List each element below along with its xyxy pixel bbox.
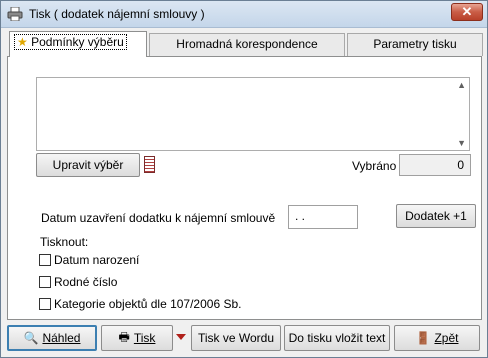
magnifier-icon: 🔍 xyxy=(23,331,39,345)
tab-podminky-vyberu[interactable]: ★ Podmínky výběru xyxy=(9,31,147,57)
print-button[interactable]: 🖶 Tisk xyxy=(101,325,173,351)
print-dropdown-arrow-icon[interactable] xyxy=(176,334,186,340)
printer-icon xyxy=(7,6,23,22)
tab-hromadna-korespondence[interactable]: Hromadná korespondence xyxy=(149,33,345,56)
back-door-icon: 🚪 xyxy=(415,331,431,345)
checkbox-box[interactable] xyxy=(39,254,51,266)
checkbox-box[interactable] xyxy=(39,276,51,288)
filter-memo[interactable]: ▲ ▼ xyxy=(36,77,470,151)
checkbox-box[interactable] xyxy=(39,298,51,310)
print-word-label: Tisk ve Wordu xyxy=(197,331,275,345)
print-word-button[interactable]: Tisk ve Wordu xyxy=(191,325,281,351)
selected-label: Vybráno xyxy=(352,159,397,173)
close-button[interactable]: ✕ xyxy=(451,3,483,21)
selected-count: 0 xyxy=(399,154,471,176)
printer-icon: 🖶 xyxy=(118,329,130,344)
title-bar[interactable]: Tisk ( dodatek nájemní smlouvy ) ✕ xyxy=(1,1,487,28)
checkbox-birth-number[interactable]: Rodné číslo xyxy=(39,275,117,289)
window-title: Tisk ( dodatek nájemní smlouvy ) xyxy=(29,7,205,21)
addendum-plus-button[interactable]: Dodatek +1 xyxy=(396,204,476,228)
checkbox-birth-date[interactable]: Datum narození xyxy=(39,253,139,267)
tab-panel-podminky: ▲ ▼ Upravit výběr Vybráno 0 Datum uzavře… xyxy=(7,56,482,320)
close-icon: ✕ xyxy=(461,4,473,19)
tab-label: Parametry tisku xyxy=(373,37,457,51)
print-dialog-window: Tisk ( dodatek nájemní smlouvy ) ✕ ★ Pod… xyxy=(0,0,488,358)
tab-label: Hromadná korespondence xyxy=(176,37,318,51)
bottom-button-bar: 🔍 Náhled 🖶 Tisk Tisk ve Wordu Do tisku v… xyxy=(5,323,484,353)
tab-focus-rect: ★ Podmínky výběru xyxy=(14,34,127,50)
print-label: Tisk xyxy=(133,331,156,345)
preview-button[interactable]: 🔍 Náhled xyxy=(7,325,97,351)
contract-date-input[interactable]: . . xyxy=(288,205,358,229)
edit-selection-label: Upravit výběr xyxy=(52,158,124,172)
date-label: Datum uzavření dodatku k nájemní smlouvě xyxy=(41,211,276,225)
tab-parametry-tisku[interactable]: Parametry tisku xyxy=(347,33,483,56)
print-heading: Tisknout: xyxy=(40,235,89,249)
scroll-up-icon[interactable]: ▲ xyxy=(457,80,466,90)
checkbox-label: Rodné číslo xyxy=(54,275,118,289)
checkbox-object-category[interactable]: Kategorie objektů dle 107/2006 Sb. xyxy=(39,297,241,311)
scroll-down-icon[interactable]: ▼ xyxy=(457,138,466,148)
insert-text-button[interactable]: Do tisku vložit text xyxy=(284,325,390,351)
preview-label: Náhled xyxy=(42,331,81,345)
insert-text-label: Do tisku vložit text xyxy=(288,331,386,345)
checkbox-label: Kategorie objektů dle 107/2006 Sb. xyxy=(54,297,242,311)
list-icon[interactable] xyxy=(144,156,155,173)
back-label: Zpět xyxy=(434,331,459,345)
back-button[interactable]: 🚪 Zpět xyxy=(394,325,480,351)
checkbox-label: Datum narození xyxy=(54,253,140,267)
dialog-client-area: ★ Podmínky výběru Hromadná korespondence… xyxy=(5,29,484,355)
addendum-label: Dodatek +1 xyxy=(405,209,467,223)
edit-selection-button[interactable]: Upravit výběr xyxy=(36,153,140,177)
star-icon: ★ xyxy=(17,35,28,49)
tab-label: Podmínky výběru xyxy=(31,35,124,49)
